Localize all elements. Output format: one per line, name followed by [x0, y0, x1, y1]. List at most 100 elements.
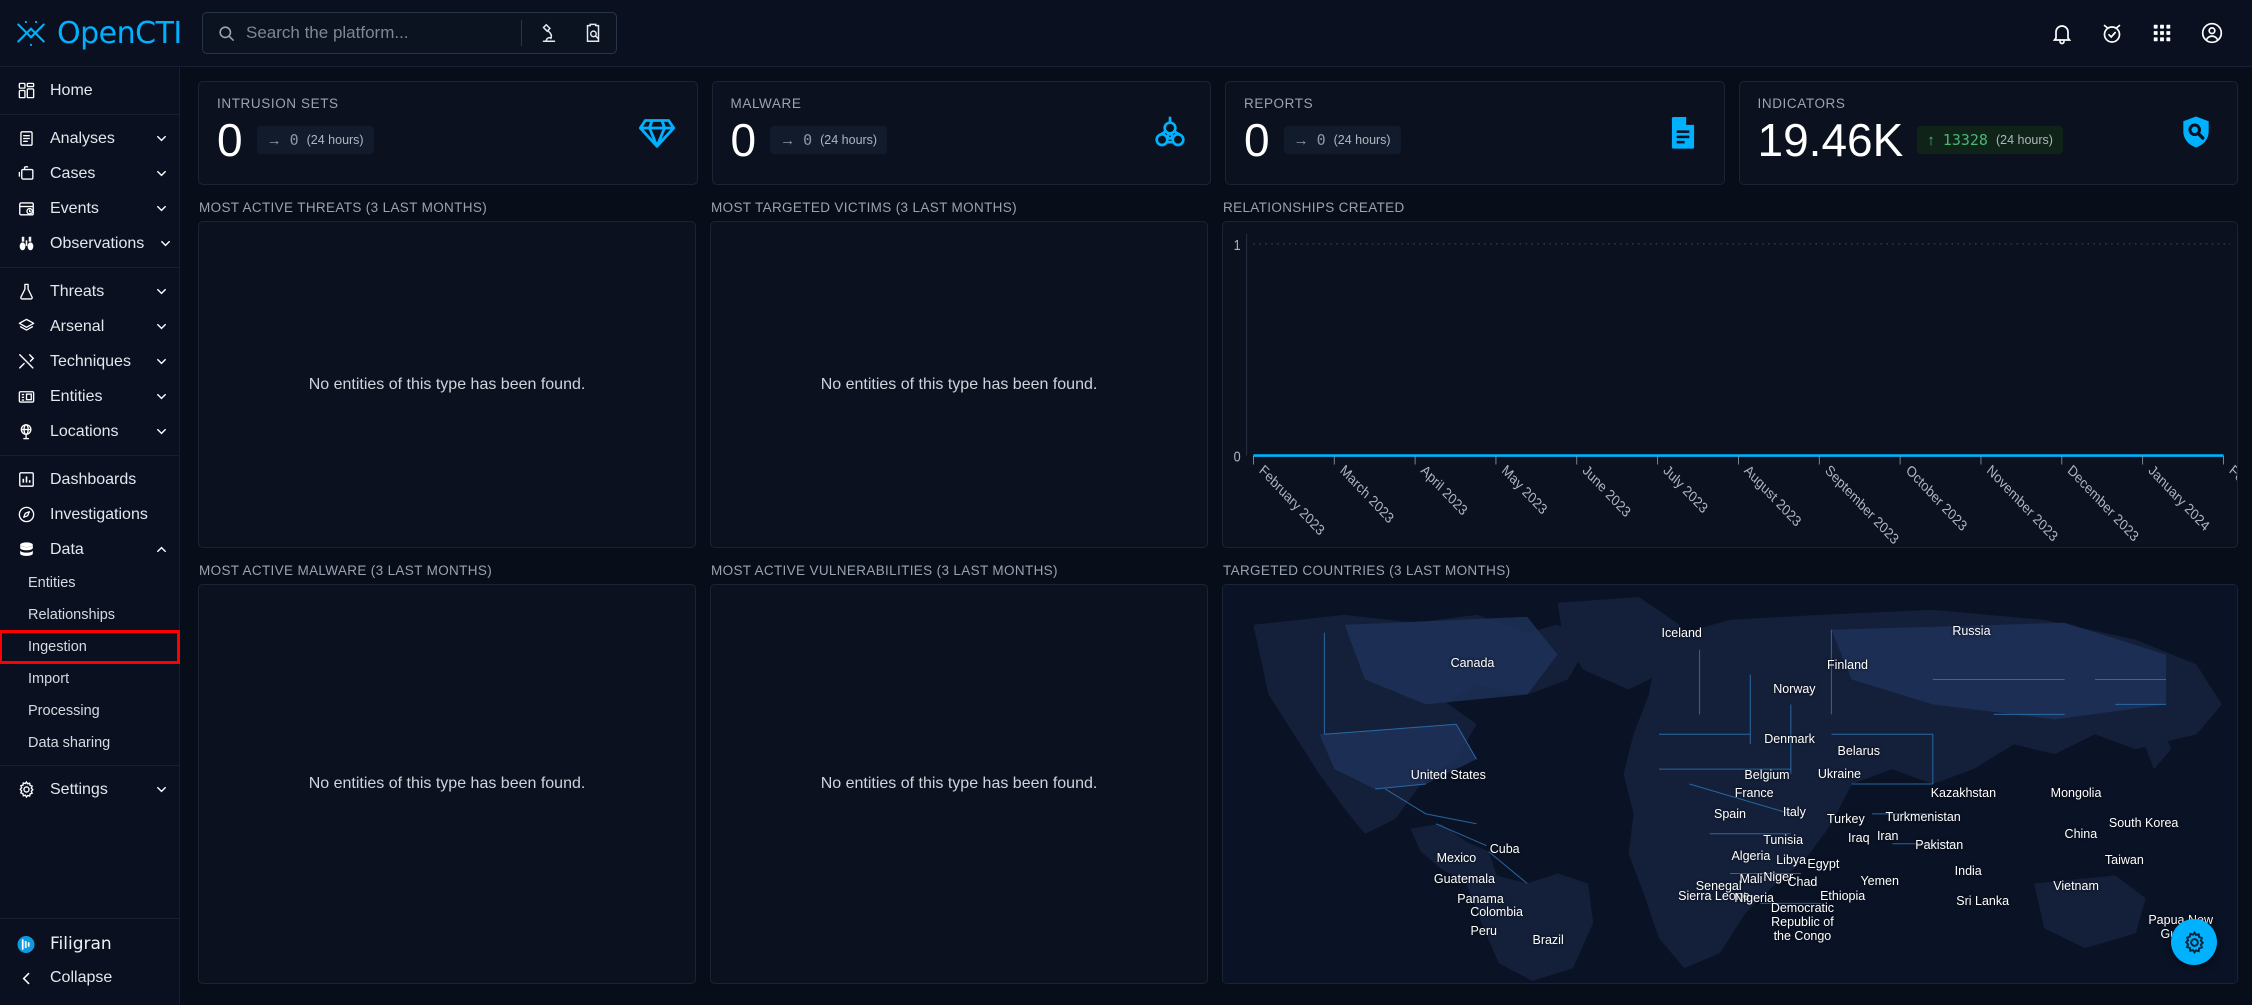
gear-icon — [16, 780, 36, 800]
opencti-dashboard: OpenCTI Search the platform... Home Anal… — [0, 0, 2252, 1005]
sidebar-subitem-relationships[interactable]: Relationships — [0, 599, 179, 631]
map-settings-fab-button[interactable] — [2171, 919, 2217, 965]
kpi-card-intrusion-sets[interactable]: INTRUSION SETS 0 → 0 (24 hours) — [198, 81, 698, 185]
panel-title-relationships-created: RELATIONSHIPS CREATED — [1223, 200, 1405, 215]
sidebar-subitem-ingestion[interactable]: Ingestion — [0, 630, 180, 664]
brand-logo[interactable]: OpenCTI — [0, 15, 182, 51]
database-icon — [16, 540, 36, 560]
topbar-actions — [2046, 17, 2252, 49]
world-map[interactable]: Iceland Canada Norway Finland Russia Denmark B… — [1223, 585, 2237, 983]
sidebar-subitem-processing[interactable]: Processing — [0, 695, 179, 727]
kpi-cards-row: INTRUSION SETS 0 → 0 (24 hours) MALWARE … — [198, 81, 2238, 185]
clipboard-icon — [16, 129, 36, 149]
sidebar-item-locations[interactable]: Locations — [0, 414, 179, 449]
chevron-down-icon[interactable] — [153, 131, 169, 147]
chevron-down-icon[interactable] — [153, 284, 169, 300]
nav-group-threats: Threats Arsenal Techniques Entities Loca… — [0, 267, 179, 455]
kpi-window: (24 hours) — [1995, 133, 2053, 147]
kpi-body: 0 → 0 (24 hours) — [1244, 117, 1706, 163]
chevron-down-icon[interactable] — [153, 319, 169, 335]
empty-message: No entities of this type has been found. — [820, 375, 1098, 393]
chart-bar-icon — [16, 470, 36, 490]
global-search-bar[interactable] — [202, 12, 617, 54]
kpi-diff: 0 — [289, 131, 299, 149]
sidebar-label-entities: Entities — [50, 387, 103, 405]
tools-icon — [16, 352, 36, 372]
sidebar-item-investigations[interactable]: Investigations — [0, 497, 179, 532]
alarm-check-icon[interactable] — [2096, 17, 2128, 49]
app-body: Home Analyses Cases Events Observations … — [0, 67, 2252, 1005]
sidebar-item-data[interactable]: Data — [0, 532, 179, 567]
sidebar-subitem-entities[interactable]: Entities — [0, 567, 179, 599]
panel-targeted-countries: Iceland Canada Norway Finland Russia Denmark B… — [1222, 584, 2238, 984]
top-navigation-bar: OpenCTI — [0, 0, 2252, 67]
sidebar-item-observations[interactable]: Observations — [0, 226, 179, 261]
panel-title-most-targeted-victims: MOST TARGETED VICTIMS (3 LAST MONTHS) — [711, 200, 1017, 215]
trend-arrow-icon: → — [1293, 131, 1309, 149]
sidebar-subitem-import[interactable]: Import — [0, 663, 179, 695]
notifications-bell-icon[interactable] — [2046, 17, 2078, 49]
nav-group-home: Home — [0, 67, 179, 114]
sidebar-label-locations: Locations — [50, 422, 119, 440]
clipboard-search-icon[interactable] — [576, 16, 610, 50]
row2-panels: No entities of this type has been found.… — [198, 584, 2238, 984]
filigran-link[interactable]: Filigran — [0, 927, 179, 961]
sidebar-item-cases[interactable]: Cases — [0, 156, 179, 191]
chevron-up-icon[interactable] — [153, 542, 169, 558]
sidebar-item-dashboards[interactable]: Dashboards — [0, 462, 179, 497]
opencti-logo-icon — [14, 16, 48, 50]
chevron-down-icon[interactable] — [153, 201, 169, 217]
microscope-icon[interactable] — [532, 16, 566, 50]
chevron-down-icon[interactable] — [158, 236, 173, 252]
apps-grid-icon[interactable] — [2146, 17, 2178, 49]
kpi-delta-badge: → 0 (24 hours) — [1283, 126, 1401, 154]
sidebar-item-threats[interactable]: Threats — [0, 274, 179, 309]
trend-arrow-icon: → — [780, 131, 796, 149]
sidebar-item-settings[interactable]: Settings — [0, 772, 179, 807]
empty-message: No entities of this type has been found. — [308, 775, 586, 792]
chevron-down-icon[interactable] — [153, 354, 169, 370]
row2-titles: MOST ACTIVE MALWARE (3 LAST MONTHS) MOST… — [198, 548, 2238, 584]
sidebar-subitem-data-sharing[interactable]: Data sharing — [0, 727, 179, 759]
sidebar-item-events[interactable]: Events — [0, 191, 179, 226]
sidebar-label-events: Events — [50, 199, 99, 217]
svg-text:1: 1 — [1234, 236, 1241, 253]
chevron-down-icon[interactable] — [153, 166, 169, 182]
left-sidebar: Home Analyses Cases Events Observations … — [0, 67, 180, 1005]
dashboard-main: INTRUSION SETS 0 → 0 (24 hours) MALWARE … — [180, 67, 2252, 1005]
search-input[interactable] — [246, 23, 511, 43]
compass-icon — [16, 505, 36, 525]
nav-group-settings: Settings — [0, 765, 179, 813]
nav-group-knowledge: Analyses Cases Events Observations — [0, 114, 179, 267]
kpi-delta-badge: ↑ 13328 (24 hours) — [1917, 126, 2063, 154]
svg-text:June 2023: June 2023 — [1580, 461, 1634, 521]
sidebar-item-home[interactable]: Home — [0, 73, 179, 108]
sidebar-label-observations: Observations — [50, 234, 145, 252]
panel-most-targeted-victims: No entities of this type has been found. — [710, 221, 1208, 548]
sidebar-label-home: Home — [50, 81, 93, 99]
kpi-value: 19.46K — [1757, 114, 1904, 166]
sidebar-item-entities[interactable]: Entities — [0, 379, 179, 414]
chevron-down-icon[interactable] — [153, 782, 169, 798]
brand-name: OpenCTI — [57, 15, 182, 51]
collapse-sidebar-button[interactable]: Collapse — [0, 961, 179, 995]
kpi-card-malware[interactable]: MALWARE 0 → 0 (24 hours) — [711, 81, 1211, 185]
shield-search-icon — [2177, 113, 2217, 153]
kpi-card-indicators[interactable]: INDICATORS 19.46K ↑ 13328 (24 hours) — [1738, 81, 2238, 185]
kpi-card-reports[interactable]: REPORTS 0 → 0 (24 hours) — [1225, 81, 1725, 185]
svg-text:October 2023: October 2023 — [1903, 461, 1970, 534]
sidebar-item-analyses[interactable]: Analyses — [0, 121, 179, 156]
sidebar-item-techniques[interactable]: Techniques — [0, 344, 179, 379]
account-circle-icon[interactable] — [2196, 17, 2228, 49]
trend-arrow-icon: → — [266, 131, 282, 149]
sidebar-sublabel-relationships: Relationships — [28, 607, 116, 623]
svg-text:September 2023: September 2023 — [1823, 461, 1903, 547]
chevron-down-icon[interactable] — [153, 424, 169, 440]
sidebar-label-dashboards: Dashboards — [50, 470, 137, 488]
chevron-down-icon[interactable] — [153, 389, 169, 405]
sidebar-item-arsenal[interactable]: Arsenal — [0, 309, 179, 344]
chevron-left-icon — [16, 968, 36, 988]
kpi-window: (24 hours) — [1333, 133, 1391, 147]
kpi-diff: 0 — [803, 131, 813, 149]
svg-text:May 2023: May 2023 — [1499, 461, 1550, 518]
